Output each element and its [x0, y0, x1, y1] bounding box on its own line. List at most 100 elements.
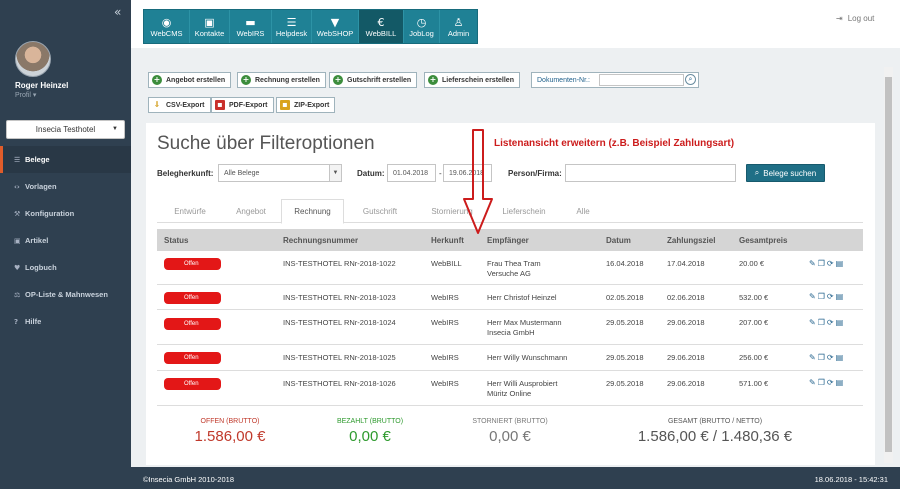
trash-icon[interactable]: ▤: [836, 318, 844, 328]
logout-link[interactable]: ⇥ Log out: [836, 14, 874, 23]
date-from-input[interactable]: 01.04.2018: [387, 164, 436, 182]
refresh-icon[interactable]: ⟳: [827, 378, 834, 388]
trash-icon[interactable]: ▤: [836, 259, 844, 269]
status-badge: Offen: [164, 378, 221, 390]
invoice-due: 29.06.2018: [667, 353, 705, 362]
annotation-arrow: [463, 129, 493, 234]
col-number[interactable]: Rechnungsnummer: [283, 236, 358, 245]
zip-export-button[interactable]: ▪ ZIP-Export: [276, 97, 336, 113]
sidebar-item-artikel[interactable]: ▣ Artikel: [0, 227, 131, 254]
scrollbar[interactable]: [884, 67, 893, 463]
create-credit-button[interactable]: + Gutschrift erstellen: [329, 72, 418, 88]
edit-icon[interactable]: ✎: [809, 353, 816, 363]
origin-select[interactable]: Alle Belege ▼: [218, 164, 342, 182]
invoice-date: 16.04.2018: [606, 259, 644, 268]
copy-icon[interactable]: ❐: [818, 292, 825, 302]
create-invoice-button[interactable]: + Rechnung erstellen: [237, 72, 326, 88]
refresh-icon[interactable]: ⟳: [827, 259, 834, 269]
profile-menu[interactable]: Profil ▾: [15, 91, 36, 99]
scrollbar-thumb[interactable]: [885, 77, 892, 452]
col-date[interactable]: Datum: [606, 236, 631, 245]
tab-lieferschein[interactable]: Lieferschein: [488, 199, 560, 223]
trash-icon[interactable]: ▤: [836, 353, 844, 363]
copy-icon[interactable]: ❐: [818, 353, 825, 363]
col-total[interactable]: Gesamtpreis: [739, 236, 787, 245]
tab-entwuerfe[interactable]: Entwürfe: [159, 199, 221, 223]
avatar[interactable]: [15, 41, 51, 77]
tab-gutschrift[interactable]: Gutschrift: [344, 199, 416, 223]
list-icon: ☰: [14, 155, 21, 164]
hotel-select[interactable]: Insecia Testhotel ▼: [6, 120, 125, 139]
status-badge: Offen: [164, 352, 221, 364]
refresh-icon[interactable]: ⟳: [827, 292, 834, 302]
sidebar-item-label: Vorlagen: [25, 182, 57, 191]
trash-icon[interactable]: ▤: [836, 378, 844, 388]
pdf-export-button[interactable]: ▪ PDF-Export: [211, 97, 274, 113]
collapse-sidebar-icon[interactable]: «: [114, 5, 121, 19]
row-actions: ✎ ❐ ⟳ ▤: [809, 318, 843, 328]
footer-copyright: ©Insecia GmbH 2010-2018: [143, 475, 234, 484]
module-label: WebBILL: [365, 28, 397, 38]
search-documents-button[interactable]: ⌕ Belege suchen: [746, 164, 825, 182]
trash-icon[interactable]: ▤: [836, 292, 844, 302]
tab-rechnung[interactable]: Rechnung: [281, 199, 344, 224]
create-credit-label: Gutschrift erstellen: [347, 76, 412, 84]
refresh-icon[interactable]: ⟳: [827, 318, 834, 328]
refresh-icon[interactable]: ⟳: [827, 353, 834, 363]
col-origin[interactable]: Herkunft: [431, 236, 464, 245]
tab-angebot[interactable]: Angebot: [221, 199, 281, 223]
invoice-date: 02.05.2018: [606, 293, 644, 302]
module-webcms[interactable]: ◉ WebCMS: [144, 10, 190, 43]
col-status[interactable]: Status: [164, 236, 188, 245]
document-number-input[interactable]: [599, 74, 684, 86]
sidebar-item-op-liste[interactable]: ⚖ OP-Liste & Mahnwesen: [0, 281, 131, 308]
invoice-total: 532.00 €: [739, 293, 769, 302]
copy-icon[interactable]: ❐: [818, 318, 825, 328]
module-admin[interactable]: ♙ Admin: [440, 10, 477, 43]
person-input[interactable]: [565, 164, 736, 182]
copy-icon[interactable]: ❐: [818, 378, 825, 388]
sidebar-item-hilfe[interactable]: ? Hilfe: [0, 308, 131, 335]
edit-icon[interactable]: ✎: [809, 318, 816, 328]
module-label: WebIRS: [236, 28, 265, 38]
invoice-total: 571.00 €: [739, 379, 769, 388]
edit-icon[interactable]: ✎: [809, 292, 816, 302]
edit-icon[interactable]: ✎: [809, 378, 816, 388]
create-delivery-button[interactable]: + Lieferschein erstellen: [424, 72, 520, 88]
origin-label: Belegherkunft:: [157, 169, 214, 178]
csv-export-button[interactable]: ⇓ CSV-Export: [148, 97, 211, 113]
module-joblog[interactable]: ◷ JobLog: [404, 10, 440, 43]
invoice-number: INS-TESTHOTEL RNr-2018-1022: [283, 259, 396, 268]
euro-icon: €: [377, 15, 385, 29]
invoice-date: 29.05.2018: [606, 379, 644, 388]
table-row[interactable]: Offen INS-TESTHOTEL RNr-2018-1025 WebIRS…: [157, 345, 863, 371]
module-webbill[interactable]: € WebBILL: [359, 10, 404, 43]
sidebar-item-vorlagen[interactable]: ‹› Vorlagen: [0, 173, 131, 200]
col-due[interactable]: Zahlungsziel: [667, 236, 715, 245]
module-helpdesk[interactable]: ☰ Helpdesk: [272, 10, 312, 43]
tab-alle[interactable]: Alle: [560, 199, 606, 223]
copy-icon[interactable]: ❐: [818, 259, 825, 269]
sidebar-item-belege[interactable]: ☰ Belege: [0, 146, 131, 173]
origin-select-value: Alle Belege: [224, 169, 260, 177]
module-webshop[interactable]: ▼ WebSHOP: [312, 10, 359, 43]
invoice-due: 29.06.2018: [667, 379, 705, 388]
edit-icon[interactable]: ✎: [809, 259, 816, 269]
row-actions: ✎ ❐ ⟳ ▤: [809, 292, 843, 302]
table-row[interactable]: Offen INS-TESTHOTEL RNr-2018-1026 WebIRS…: [157, 371, 863, 406]
sidebar-item-logbuch[interactable]: ♥ Logbuch: [0, 254, 131, 281]
summary-paid-label: BEZAHLT (BRUTTO): [336, 418, 404, 425]
table-row[interactable]: Offen INS-TESTHOTEL RNr-2018-1024 WebIRS…: [157, 310, 863, 345]
create-offer-button[interactable]: + Angebot erstellen: [148, 72, 232, 88]
search-icon[interactable]: ⌕: [685, 74, 696, 85]
col-recipient[interactable]: Empfänger: [487, 236, 529, 245]
sidebar-item-konfiguration[interactable]: ⚒ Konfiguration: [0, 200, 131, 227]
module-webirs[interactable]: ▬ WebIRS: [230, 10, 272, 43]
table-row[interactable]: Offen INS-TESTHOTEL RNr-2018-1023 WebIRS…: [157, 285, 863, 310]
invoice-total: 207.00 €: [739, 318, 769, 327]
invoice-recipient: Herr Willy Wunschmann: [487, 353, 568, 362]
summary-total-label: GESAMT (BRUTTO / NETTO): [667, 418, 763, 425]
module-kontakte[interactable]: ▣ Kontakte: [190, 10, 230, 43]
invoice-date: 29.05.2018: [606, 353, 644, 362]
table-row[interactable]: Offen INS-TESTHOTEL RNr-2018-1022 WebBIL…: [157, 251, 863, 285]
